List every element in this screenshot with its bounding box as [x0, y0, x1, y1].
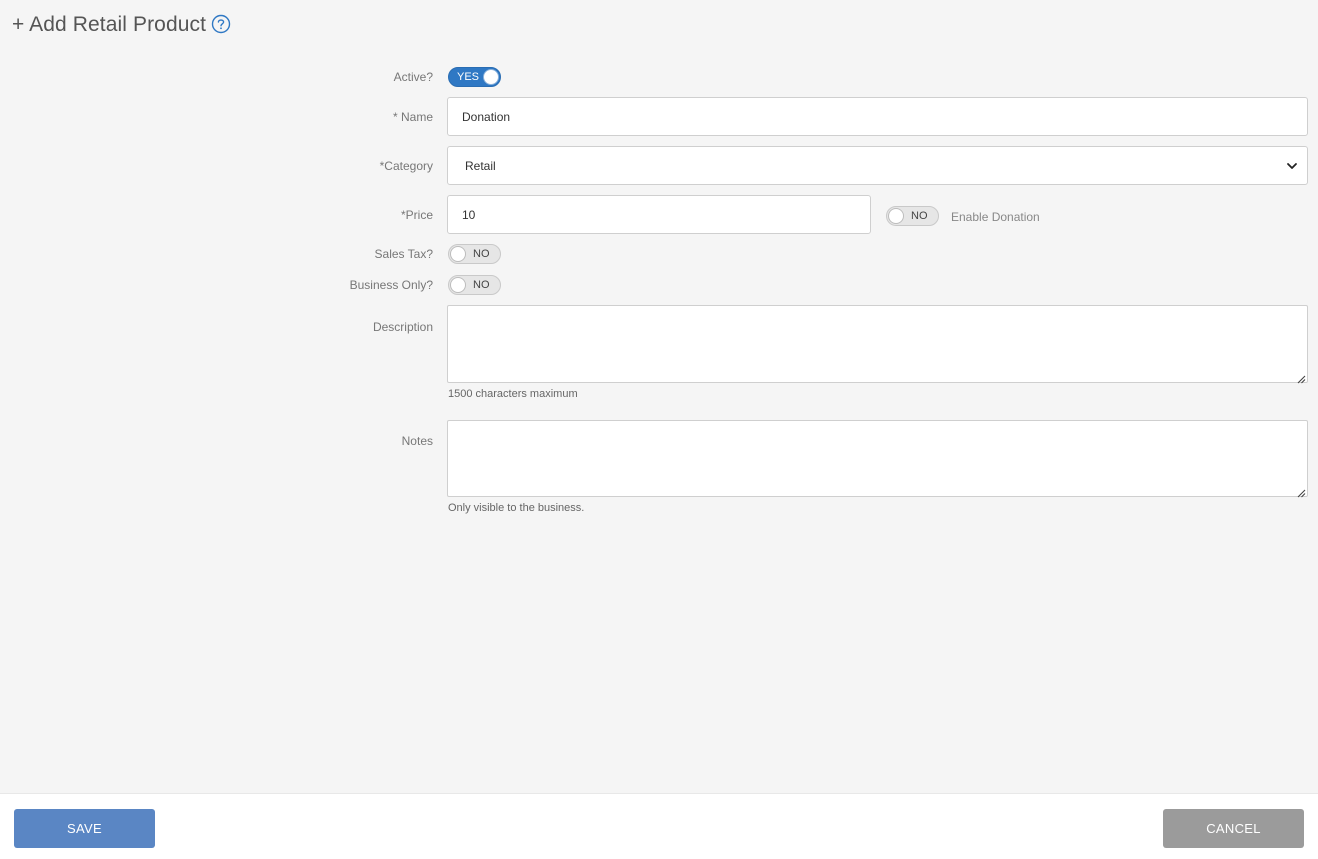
page-header: + Add Retail Product	[12, 10, 231, 40]
resize-handle-icon[interactable]	[1296, 371, 1306, 384]
enable-donation-toggle-text: NO	[911, 210, 928, 222]
chevron-down-icon	[1286, 160, 1298, 172]
description-hint: 1500 characters maximum	[448, 388, 578, 400]
toggle-knob	[483, 69, 499, 85]
notes-row: Notes Only visible to the business.	[0, 420, 1318, 520]
enable-donation-label: Enable Donation	[951, 210, 1040, 224]
enable-donation-toggle[interactable]: NO	[886, 206, 939, 226]
sales-tax-label: Sales Tax?	[374, 247, 433, 261]
category-row: *Category Retail	[0, 146, 1318, 185]
category-select[interactable]: Retail	[447, 146, 1308, 185]
sales-tax-row: Sales Tax? NO	[0, 244, 1318, 264]
description-row: Description 1500 characters maximum	[0, 305, 1318, 405]
active-label: Active?	[393, 70, 433, 84]
page-title: + Add Retail Product	[12, 13, 207, 36]
price-input[interactable]: 10	[447, 195, 871, 234]
price-label: *Price	[400, 208, 433, 222]
business-only-row: Business Only? NO	[0, 275, 1318, 295]
active-toggle-text: YES	[457, 71, 480, 83]
notes-label: Notes	[401, 434, 433, 448]
resize-handle-icon[interactable]	[1296, 485, 1306, 498]
name-input[interactable]: Donation	[447, 97, 1308, 136]
price-value: 10	[462, 207, 476, 222]
toggle-knob	[450, 246, 466, 262]
name-row: * Name Donation	[0, 97, 1318, 136]
toggle-knob	[888, 208, 904, 224]
toggle-knob	[450, 277, 466, 293]
active-toggle[interactable]: YES	[448, 67, 501, 87]
footer-bar: SAVE CANCEL	[0, 793, 1318, 859]
sales-tax-toggle[interactable]: NO	[448, 244, 501, 264]
name-value: Donation	[462, 109, 511, 124]
business-only-label: Business Only?	[349, 278, 433, 292]
business-only-toggle[interactable]: NO	[448, 275, 501, 295]
active-row: Active? YES	[0, 67, 1318, 87]
notes-textarea[interactable]	[447, 420, 1308, 498]
description-label: Description	[372, 320, 433, 334]
price-row: *Price 10 NO Enable Donation	[0, 195, 1318, 234]
category-selected-value: Retail	[465, 158, 496, 173]
save-button[interactable]: SAVE	[14, 809, 155, 848]
name-label: * Name	[392, 110, 433, 124]
category-label: *Category	[379, 159, 433, 173]
sales-tax-toggle-text: NO	[473, 248, 490, 260]
business-only-toggle-text: NO	[473, 279, 490, 291]
notes-hint: Only visible to the business.	[448, 502, 585, 514]
description-textarea[interactable]	[447, 305, 1308, 384]
cancel-button[interactable]: CANCEL	[1163, 809, 1304, 848]
help-icon[interactable]	[211, 14, 231, 34]
add-retail-product-page: + Add Retail Product Active? YES * Name …	[0, 0, 1318, 859]
